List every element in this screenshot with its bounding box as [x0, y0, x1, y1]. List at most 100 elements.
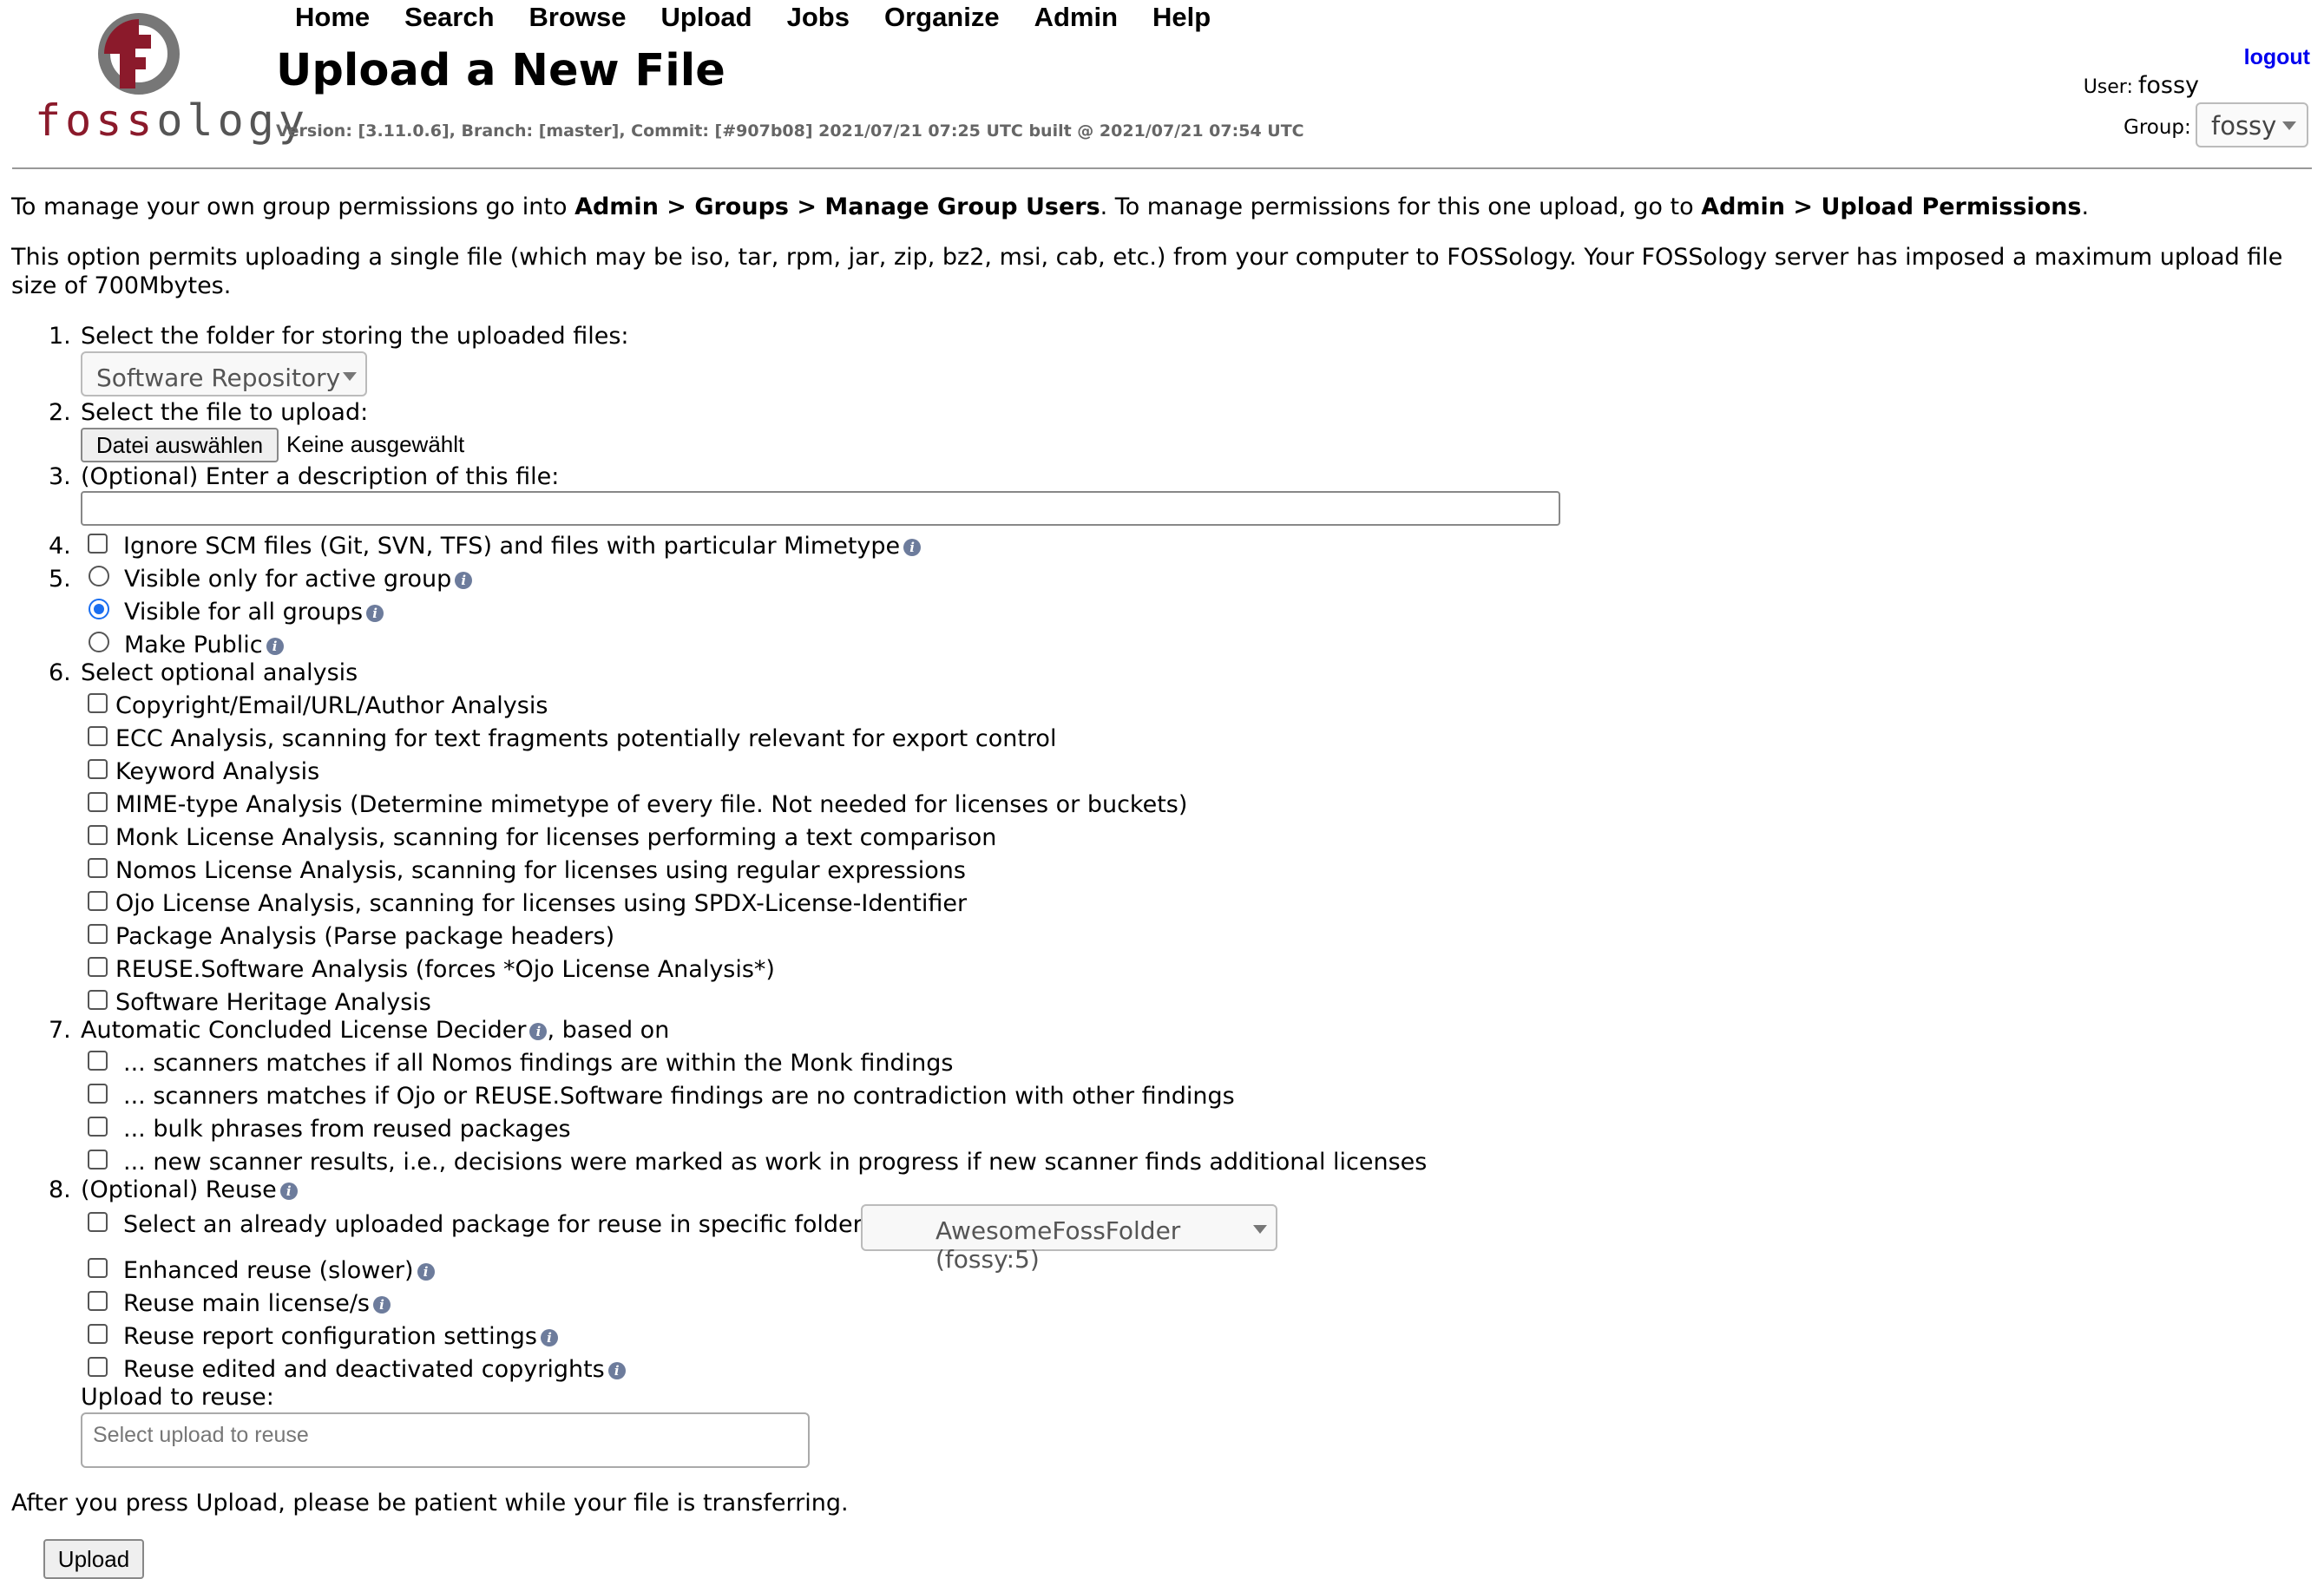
step-2-number: 2.	[49, 399, 71, 426]
visibility-radio-all-groups[interactable]	[89, 599, 109, 619]
logo-wordmark: fossology	[35, 95, 309, 146]
visibility-all-groups-label: Visible for all groups i	[124, 599, 384, 626]
chevron-down-icon	[1253, 1225, 1267, 1234]
reuse-report-config-checkbox[interactable]	[88, 1324, 108, 1344]
fossology-logo[interactable]: fossology	[16, 9, 305, 146]
user-info: User: fossy	[2084, 72, 2199, 99]
logout-link[interactable]: logout	[2244, 45, 2310, 70]
analysis-checkbox-reuse-software[interactable]	[88, 957, 108, 977]
chevron-down-icon	[2282, 121, 2296, 130]
analysis-label-copyright: Copyright/Email/URL/Author Analysis	[115, 692, 548, 719]
step-4-number: 4.	[49, 533, 71, 560]
nav-search[interactable]: Search	[404, 2, 494, 33]
info-icon[interactable]: i	[607, 1361, 626, 1379]
decider-label-nomos-monk: ... scanners matches if all Nomos findin…	[123, 1050, 954, 1077]
decider-checkbox-bulk[interactable]	[88, 1117, 108, 1137]
analysis-checkbox-ojo[interactable]	[88, 891, 108, 911]
user-label: User:	[2083, 76, 2133, 98]
decider-label-bulk: ... bulk phrases from reused packages	[123, 1116, 571, 1143]
step-3-number: 3.	[49, 463, 71, 490]
upload-permissions-path: Admin > Upload Permissions	[1701, 193, 2082, 220]
enhanced-reuse-checkbox[interactable]	[88, 1258, 108, 1278]
nav-home[interactable]: Home	[295, 2, 370, 33]
info-icon[interactable]: i	[417, 1262, 435, 1281]
analysis-label-nomos: Nomos License Analysis, scanning for lic…	[115, 857, 966, 884]
decider-checkbox-ojo-reuse[interactable]	[88, 1084, 108, 1104]
reuse-copyrights-label: Reuse edited and deactivated copyrights i	[123, 1356, 626, 1383]
version-info: Version: [3.11.0.6], Branch: [master], C…	[276, 121, 1304, 141]
nav-organize[interactable]: Organize	[884, 2, 1000, 33]
analysis-checkbox-ecc[interactable]	[88, 726, 108, 746]
ignore-scm-checkbox[interactable]	[88, 534, 108, 554]
analysis-checkbox-mimetype[interactable]	[88, 792, 108, 812]
description-input[interactable]	[81, 491, 1560, 526]
visibility-active-group-label: Visible only for active group i	[124, 566, 473, 593]
group-select[interactable]: fossy	[2196, 102, 2308, 147]
analysis-checkbox-nomos[interactable]	[88, 858, 108, 878]
info-icon[interactable]: i	[373, 1295, 391, 1314]
main-nav: Home Search Browse Upload Jobs Organize …	[295, 2, 1245, 33]
permissions-note: To manage your own group permissions go …	[11, 193, 2090, 220]
analysis-label-monk: Monk License Analysis, scanning for lice…	[115, 824, 997, 851]
nav-upload[interactable]: Upload	[661, 2, 752, 33]
step-7-number: 7.	[49, 1017, 71, 1044]
ignore-scm-label: Ignore SCM files (Git, SVN, TFS) and fil…	[123, 533, 922, 560]
nav-admin[interactable]: Admin	[1034, 2, 1118, 33]
analysis-checkbox-package[interactable]	[88, 924, 108, 944]
info-icon[interactable]: i	[903, 538, 922, 556]
upload-button[interactable]: Upload	[43, 1539, 144, 1579]
choose-file-button[interactable]: Datei auswählen	[81, 428, 279, 462]
decider-checkbox-nomos-monk[interactable]	[88, 1051, 108, 1071]
page-title: Upload a New File	[276, 45, 725, 96]
analysis-label-software-heritage: Software Heritage Analysis	[115, 989, 431, 1016]
step-7-label: Automatic Concluded License Decider i, ba…	[81, 1017, 670, 1044]
analysis-label-package: Package Analysis (Parse package headers)	[115, 923, 615, 950]
reuse-folder-label: Select an already uploaded package for r…	[123, 1211, 863, 1238]
chevron-down-icon	[343, 372, 357, 381]
file-status: Keine ausgewählt	[286, 431, 465, 457]
analysis-checkbox-keyword[interactable]	[88, 759, 108, 779]
info-icon[interactable]: i	[279, 1182, 298, 1200]
decider-checkbox-new-scanner[interactable]	[88, 1150, 108, 1170]
upload-description: This option permits uploading a single f…	[11, 244, 2283, 299]
step-8-number: 8.	[49, 1176, 71, 1203]
analysis-label-reuse-software: REUSE.Software Analysis (forces *Ojo Lic…	[115, 956, 775, 983]
step-3-label: (Optional) Enter a description of this f…	[81, 463, 560, 490]
nav-jobs[interactable]: Jobs	[787, 2, 850, 33]
reuse-copyrights-checkbox[interactable]	[88, 1357, 108, 1377]
analysis-label-ecc: ECC Analysis, scanning for text fragment…	[115, 725, 1057, 752]
step-8-label: (Optional) Reuse i	[81, 1176, 298, 1203]
reuse-main-license-label: Reuse main license/s i	[123, 1290, 391, 1317]
analysis-label-mimetype: MIME-type Analysis (Determine mimetype o…	[115, 791, 1188, 818]
step-5-number: 5.	[49, 566, 71, 593]
nav-browse[interactable]: Browse	[529, 2, 627, 33]
info-icon[interactable]: i	[529, 1022, 548, 1040]
info-icon[interactable]: i	[540, 1328, 558, 1346]
visibility-radio-public[interactable]	[89, 632, 109, 652]
info-icon[interactable]: i	[266, 637, 284, 655]
reuse-main-license-checkbox[interactable]	[88, 1291, 108, 1311]
step-1-label: Select the folder for storing the upload…	[81, 323, 629, 350]
user-name: fossy	[2137, 72, 2199, 99]
info-icon[interactable]: i	[366, 604, 384, 622]
upload-to-reuse-select[interactable]: Select upload to reuse	[81, 1412, 810, 1468]
upload-to-reuse-placeholder: Select upload to reuse	[93, 1423, 309, 1447]
analysis-checkbox-copyright[interactable]	[88, 693, 108, 713]
info-icon[interactable]: i	[455, 571, 473, 589]
step-6-label: Select optional analysis	[81, 659, 358, 686]
analysis-label-keyword: Keyword Analysis	[115, 758, 320, 785]
upload-to-reuse-label: Upload to reuse:	[81, 1384, 274, 1411]
enhanced-reuse-label: Enhanced reuse (slower) i	[123, 1257, 435, 1284]
reuse-folder-checkbox[interactable]	[88, 1212, 108, 1232]
group-select-value: fossy	[2211, 111, 2277, 141]
visibility-radio-active-group[interactable]	[89, 566, 109, 586]
reuse-folder-value: AwesomeFossFolder (fossy:5)	[936, 1216, 1181, 1274]
nav-help[interactable]: Help	[1152, 2, 1211, 33]
folder-select-value: Software Repository	[96, 364, 341, 392]
analysis-checkbox-monk[interactable]	[88, 825, 108, 845]
reuse-folder-select[interactable]: AwesomeFossFolder (fossy:5)	[861, 1204, 1277, 1274]
step-6-number: 6.	[49, 659, 71, 686]
footer-note: After you press Upload, please be patien…	[11, 1490, 849, 1517]
folder-select[interactable]: Software Repository	[81, 351, 367, 396]
analysis-checkbox-software-heritage[interactable]	[88, 990, 108, 1010]
